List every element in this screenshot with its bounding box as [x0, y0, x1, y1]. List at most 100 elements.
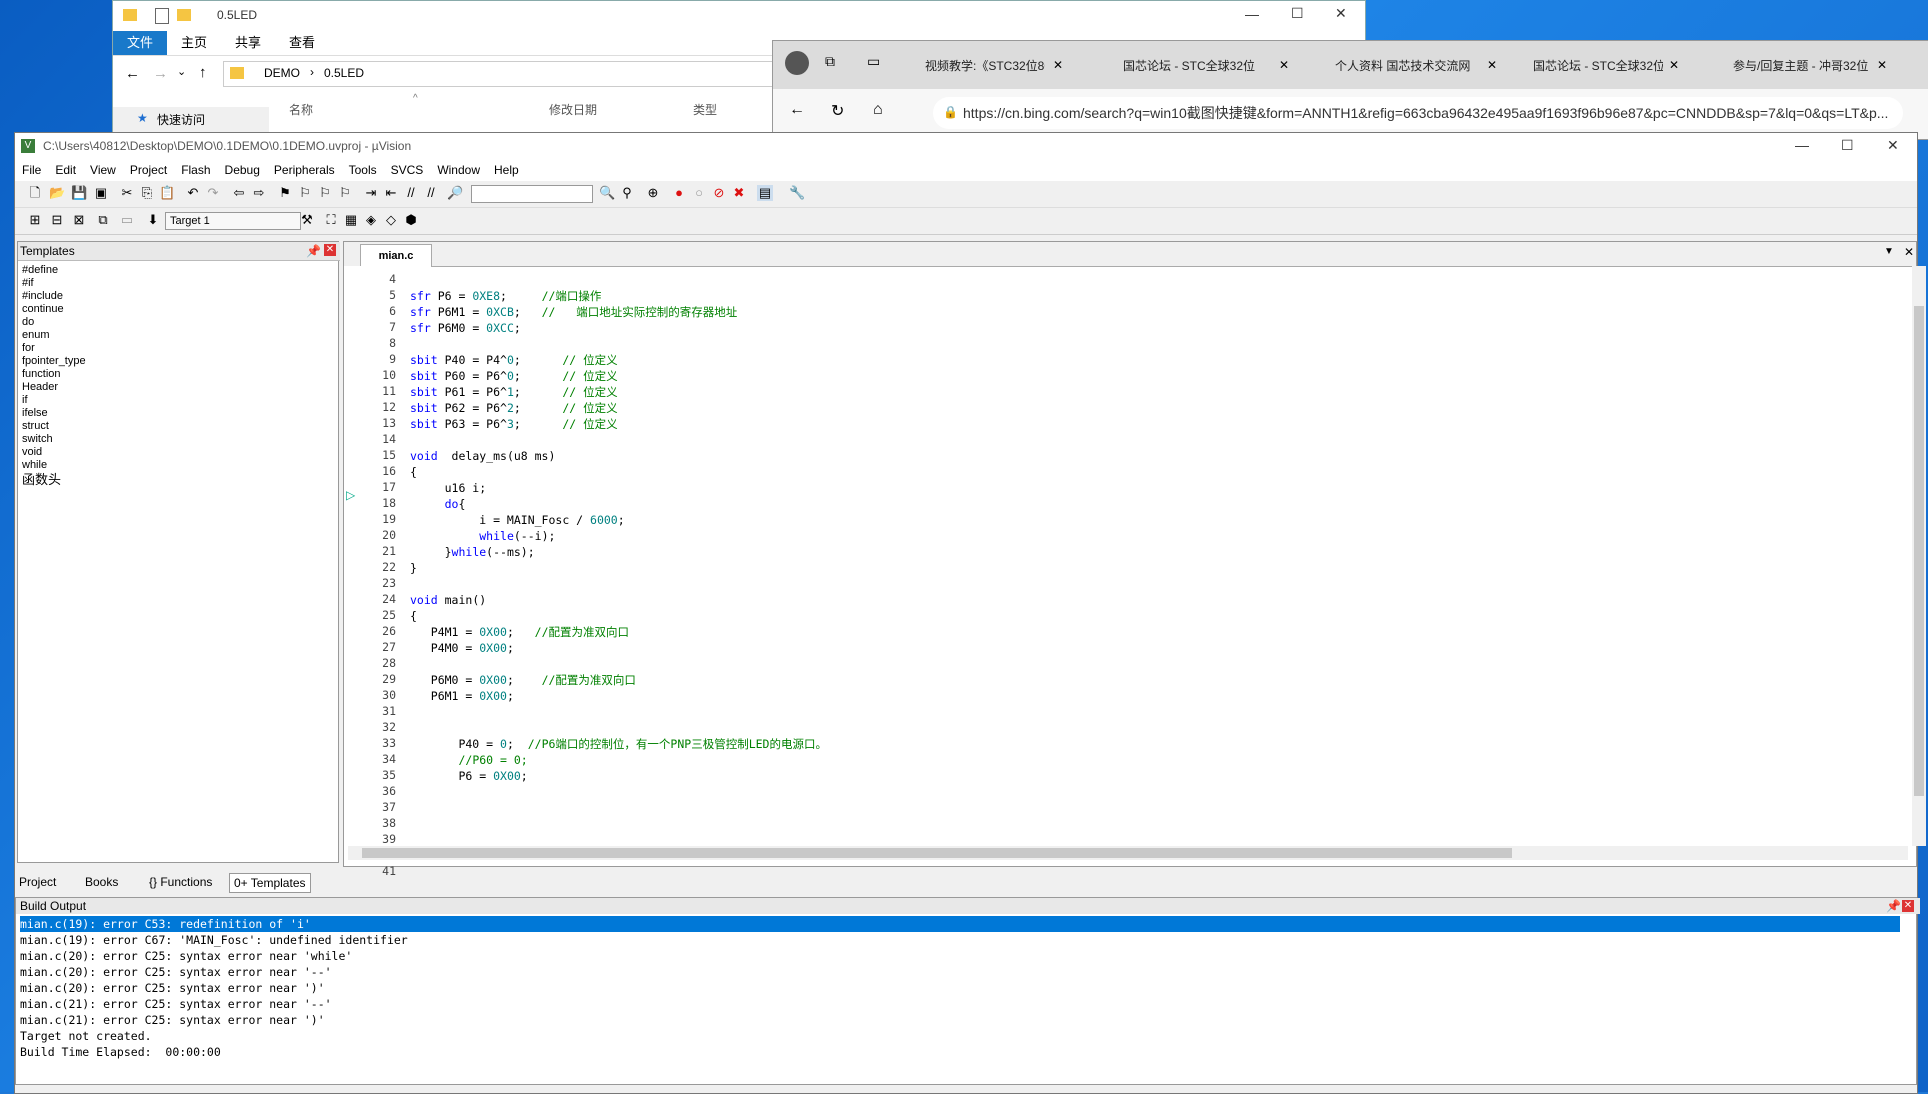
close-icon[interactable]: ✕ [1904, 245, 1914, 259]
refresh-icon[interactable]: ↻ [831, 101, 844, 121]
kill-all-breakpoints-icon[interactable]: ✖ [731, 185, 747, 201]
find-icon[interactable]: 🔍 [599, 185, 615, 201]
quick-access-item[interactable]: 快速访问 [157, 111, 205, 128]
menu-view[interactable]: View [83, 159, 123, 181]
close-tab-icon[interactable]: ✕ [1279, 58, 1289, 72]
target-options-icon[interactable]: ⚒ [299, 212, 315, 228]
undo-icon[interactable]: ↶ [185, 185, 201, 201]
tab-actions-icon[interactable]: ▭ [867, 53, 880, 70]
target-select[interactable]: Target 1 [165, 212, 301, 230]
home-icon[interactable]: ⌂ [873, 101, 883, 119]
tab-books[interactable]: Books [85, 873, 118, 891]
list-item[interactable]: #define [22, 264, 322, 277]
avatar[interactable] [785, 51, 809, 75]
column-type[interactable]: 类型 [693, 101, 717, 118]
manage-components-icon[interactable]: ⛶ [323, 212, 339, 228]
comment-icon[interactable]: // [403, 185, 419, 201]
output-line[interactable]: mian.c(20): error C25: syntax error near… [20, 964, 1900, 980]
rte-icon[interactable]: ◇ [383, 212, 399, 228]
code-line[interactable]: sbit P61 = P6^1; // 位定义 [410, 384, 618, 400]
download-icon[interactable]: ⬇ [145, 212, 161, 228]
chevron-down-icon[interactable]: ▼ [1884, 246, 1894, 257]
code-line[interactable]: P40 = 0; //P6端口的控制位，有一个PNP三极管控制LED的电源口。 [410, 736, 827, 752]
code-line[interactable]: sbit P60 = P6^0; // 位定义 [410, 368, 618, 384]
list-item[interactable]: while [22, 459, 322, 472]
save-icon[interactable]: 💾 [71, 185, 87, 201]
packs-installer-icon[interactable]: ⬢ [403, 212, 419, 228]
scrollbar-thumb[interactable] [362, 848, 1512, 858]
new-file-icon[interactable]: 🗋 [27, 185, 43, 201]
output-line[interactable]: mian.c(21): error C25: syntax error near… [20, 996, 1900, 1012]
output-line[interactable]: mian.c(19): error C67: 'MAIN_Fosc': unde… [20, 932, 1900, 948]
navigate-back-icon[interactable]: ⇦ [231, 185, 247, 201]
code-line[interactable]: //P60 = 0; [410, 752, 527, 768]
code-line[interactable]: P4M1 = 0X00; //配置为准双向口 [410, 624, 629, 640]
column-name[interactable]: 名称 [289, 101, 313, 118]
code-line[interactable]: sbit P40 = P4^0; // 位定义 [410, 352, 618, 368]
list-item[interactable]: continue [22, 303, 322, 316]
browser-window[interactable]: ⧉ ▭ 视频教学:《STC32位80 ✕ 国芯论坛 - STC全球32位 ✕ 个… [772, 40, 1928, 140]
code-line[interactable]: sfr P6M1 = 0XCB; // 端口地址实际控制的寄存器地址 [410, 304, 737, 320]
code-line[interactable]: P6M1 = 0X00; [410, 688, 514, 704]
find-combobox[interactable] [471, 185, 593, 203]
debug-session-icon[interactable]: ⊕ [645, 185, 661, 201]
tab-project[interactable]: Project [19, 873, 56, 891]
menu-edit[interactable]: Edit [48, 159, 83, 181]
code-line[interactable]: { [410, 464, 417, 480]
vertical-scrollbar[interactable] [1912, 266, 1926, 846]
close-icon[interactable]: ✕ [324, 244, 336, 256]
code-line[interactable]: do{ [410, 496, 466, 512]
address-bar[interactable]: https://cn.bing.com/search?q=win10截图快捷键&… [933, 97, 1903, 129]
list-item[interactable]: ifelse [22, 407, 322, 420]
copy-icon[interactable]: ⎘ [139, 185, 155, 201]
tab-functions[interactable]: {} Functions [149, 873, 212, 891]
breadcrumb-demo[interactable]: DEMO [264, 66, 300, 80]
close-tab-icon[interactable]: ✕ [1487, 58, 1497, 72]
back-arrow-icon[interactable]: ← [125, 65, 140, 82]
browser-tab-4[interactable]: 国芯论坛 - STC全球32位 [1533, 49, 1663, 83]
menu-peripherals[interactable]: Peripherals [267, 159, 342, 181]
stop-build-icon[interactable]: ▭ [119, 212, 135, 228]
close-tab-icon[interactable]: ✕ [1669, 58, 1679, 72]
up-arrow-icon[interactable]: ↑ [199, 64, 207, 81]
workspaces-icon[interactable]: ⧉ [825, 53, 835, 70]
menu-file[interactable]: File [15, 159, 48, 181]
breadcrumb-0-5led[interactable]: 0.5LED [324, 66, 364, 80]
build-output-lines[interactable]: mian.c(19): error C53: redefinition of '… [20, 916, 1900, 1060]
minimize-icon[interactable]: — [1795, 137, 1809, 153]
list-item[interactable]: for [22, 342, 322, 355]
paste-icon[interactable]: 📋 [159, 185, 175, 201]
properties-icon[interactable] [155, 8, 169, 24]
output-line[interactable]: mian.c(21): error C25: syntax error near… [20, 1012, 1900, 1028]
ribbon-tab-file[interactable]: 文件 [113, 31, 168, 55]
browser-tab-2[interactable]: 国芯论坛 - STC全球32位 [1123, 49, 1271, 83]
code-line[interactable]: i = MAIN_Fosc / 6000; [410, 512, 624, 528]
code-line[interactable]: sfr P6M0 = 0XCC; [410, 320, 521, 336]
scrollbar-thumb[interactable] [1914, 306, 1924, 796]
output-line[interactable]: mian.c(20): error C25: syntax error near… [20, 980, 1900, 996]
batch-build-icon[interactable]: ⧉ [95, 212, 111, 228]
list-item[interactable]: #include [22, 290, 322, 303]
close-tab-icon[interactable]: ✕ [1877, 58, 1887, 72]
recent-dropdown-icon[interactable]: ⌄ [177, 65, 186, 78]
code-line[interactable]: sbit P62 = P6^2; // 位定义 [410, 400, 618, 416]
list-item[interactable]: enum [22, 329, 322, 342]
prev-bookmark-icon[interactable]: ⚐ [297, 185, 313, 201]
ribbon-tab-share[interactable]: 共享 [221, 31, 275, 55]
list-item[interactable]: Header [22, 381, 322, 394]
horizontal-scrollbar[interactable] [348, 846, 1908, 860]
rebuild-icon[interactable]: ⊠ [71, 212, 87, 228]
code-line[interactable]: }while(--ms); [410, 544, 535, 560]
code-line[interactable]: while(--i); [410, 528, 555, 544]
tab-mian-c[interactable]: mian.c [360, 244, 432, 267]
code-line[interactable]: P6 = 0X00; [410, 768, 527, 784]
save-all-icon[interactable]: ▣ [93, 185, 109, 201]
clear-bookmarks-icon[interactable]: ⚐ [337, 185, 353, 201]
unindent-icon[interactable]: ⇤ [383, 185, 399, 201]
incremental-find-icon[interactable]: ⚲ [619, 185, 635, 201]
minimize-icon[interactable]: — [1245, 6, 1259, 22]
list-item[interactable]: do [22, 316, 322, 329]
code-editor[interactable]: mian.c ▼ ✕ ▷ 4 5 sfr P6 = 0XE8; //端口操作 6 sfr… [343, 241, 1926, 878]
indent-icon[interactable]: ⇥ [363, 185, 379, 201]
close-icon[interactable]: ✕ [1902, 900, 1914, 912]
